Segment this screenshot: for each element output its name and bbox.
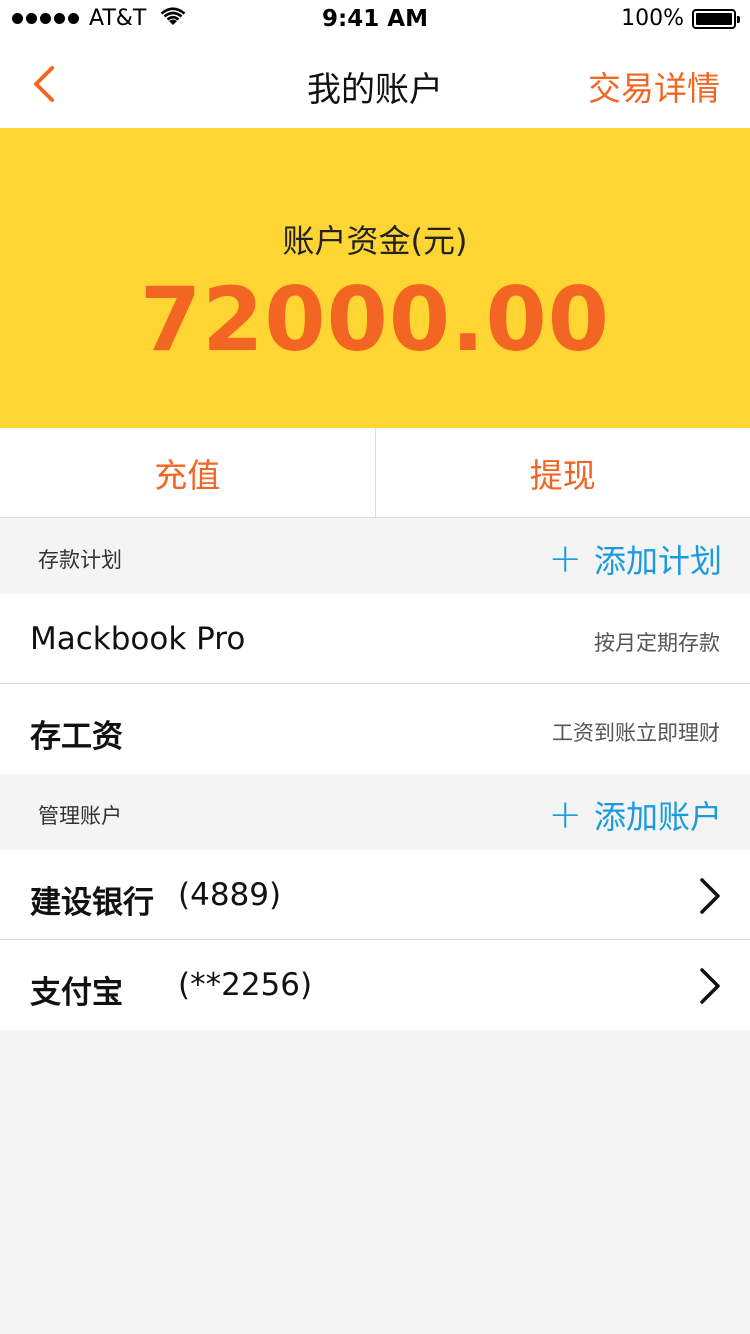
account-name: 支付宝 — [30, 975, 123, 1011]
nav-bar: 我的账户 交易详情 — [0, 40, 750, 128]
chevron-right-icon — [700, 878, 720, 914]
account-number: (**2256) — [178, 967, 313, 1003]
withdraw-button[interactable]: 提现 — [376, 428, 750, 517]
account-name: 建设银行 — [30, 885, 154, 921]
plan-name: 存工资 — [30, 719, 123, 755]
battery-icon — [692, 8, 740, 29]
plus-icon: + — [548, 536, 582, 582]
section-title: 管理账户 — [38, 804, 122, 828]
add-plan-label: 添加计划 — [593, 542, 722, 580]
plan-note: 工资到账立即理财 — [552, 721, 720, 745]
balance-banner: 账户资金(元) 72000.00 — [0, 128, 750, 428]
status-right: 100% — [621, 6, 740, 31]
list-item[interactable]: 存工资 工资到账立即理财 — [0, 684, 750, 774]
plan-name: Mackbook Pro — [30, 621, 246, 657]
account-row[interactable]: 建设银行 (4889) — [0, 850, 750, 940]
add-plan-button[interactable]: + 添加计划 — [548, 536, 722, 582]
plus-icon: + — [548, 792, 582, 838]
section-title: 存款计划 — [38, 548, 122, 572]
action-bar: 充值 提现 — [0, 428, 750, 518]
accounts-section-header: 管理账户 + 添加账户 — [0, 774, 750, 850]
plan-note: 按月定期存款 — [594, 631, 720, 655]
account-row[interactable]: 支付宝 (**2256) — [0, 940, 750, 1030]
balance-label: 账户资金(元) — [282, 222, 468, 260]
status-bar: AT&T 9:41 AM 100% — [0, 0, 750, 40]
account-number: (4889) — [178, 877, 282, 913]
chevron-right-icon — [700, 968, 720, 1004]
battery-percent: 100% — [621, 6, 684, 31]
savings-section-header: 存款计划 + 添加计划 — [0, 518, 750, 594]
add-account-label: 添加账户 — [593, 798, 722, 836]
list-item[interactable]: Mackbook Pro 按月定期存款 — [0, 594, 750, 684]
add-account-button[interactable]: + 添加账户 — [548, 792, 722, 838]
balance-amount: 72000.00 — [139, 268, 611, 371]
transaction-details-button[interactable]: 交易详情 — [588, 62, 720, 110]
recharge-button[interactable]: 充值 — [0, 428, 375, 517]
